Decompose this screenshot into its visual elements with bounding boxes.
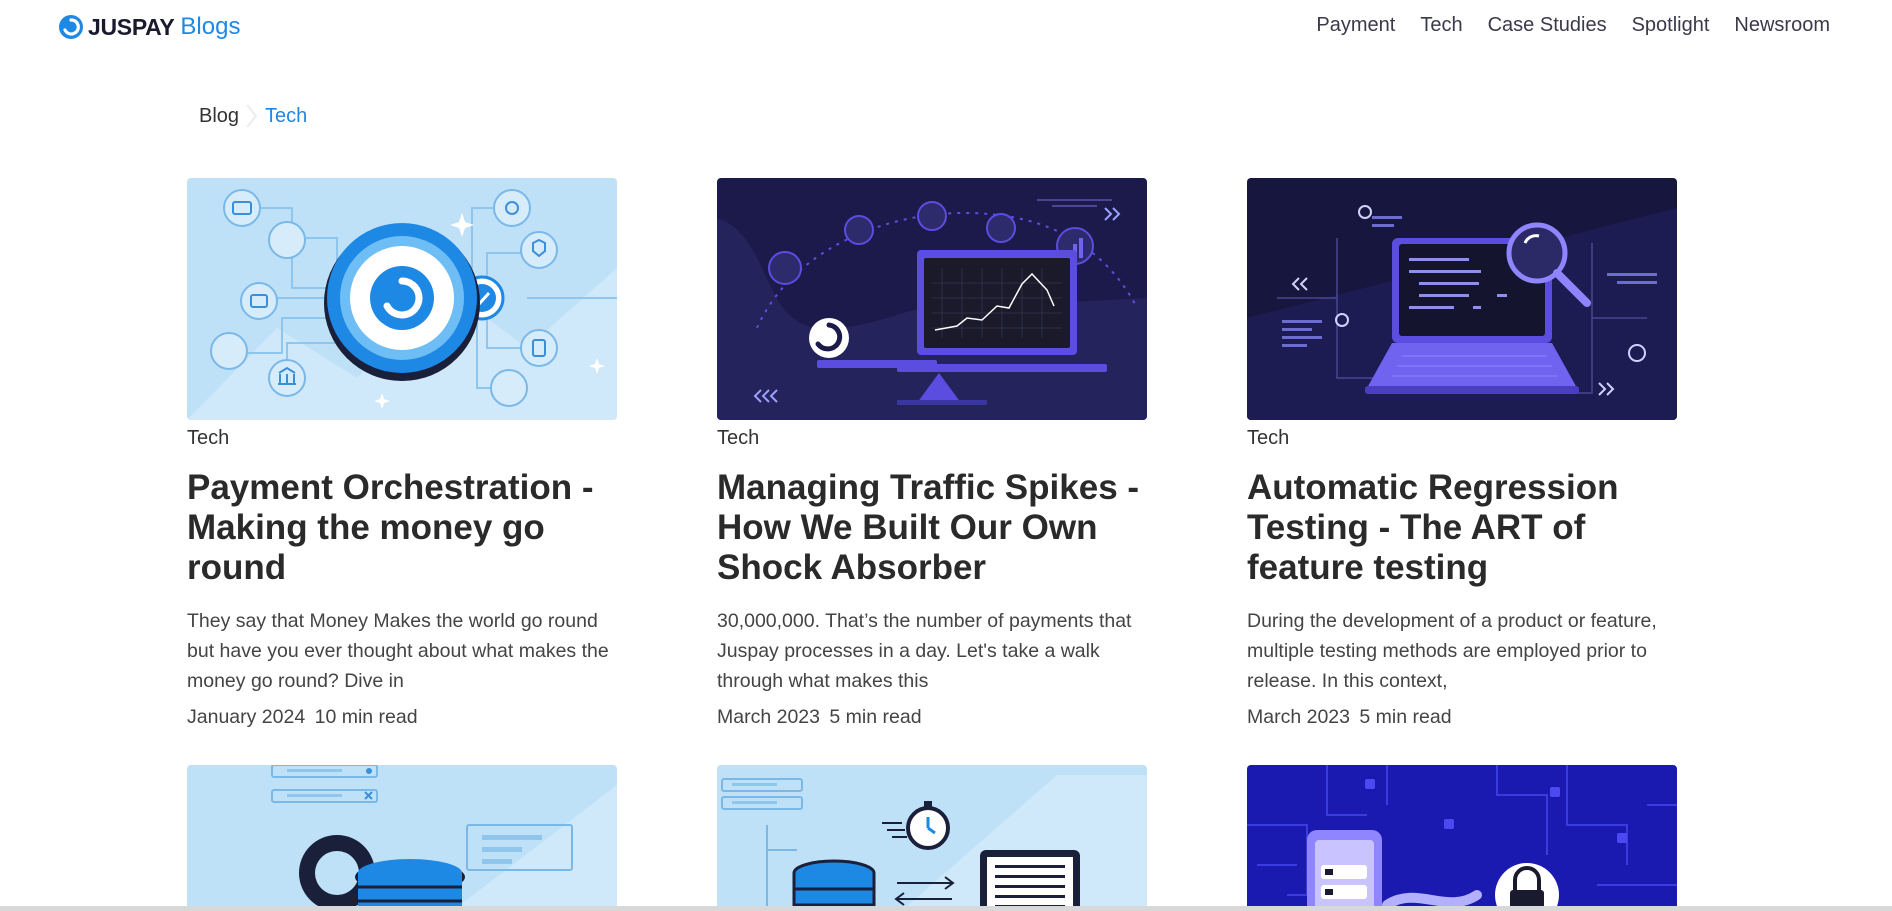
article-title[interactable]: Managing Traffic Spikes - How We Built O… <box>717 468 1147 588</box>
nav-newsroom[interactable]: Newsroom <box>1734 14 1830 37</box>
logo-text: JUSPAY <box>88 13 175 40</box>
article-date: March 2023 <box>1247 706 1350 728</box>
breadcrumb-chevron-icon <box>246 104 258 128</box>
article-card[interactable]: Tech Payment Orchestration - Making the … <box>187 178 617 732</box>
article-excerpt: 30,000,000. That’s the number of payment… <box>717 610 1132 692</box>
article-meta: March 2023 5 min read <box>717 702 1147 732</box>
article-date: March 2023 <box>717 706 820 728</box>
article-title[interactable]: Payment Orchestration - Making the money… <box>187 468 617 588</box>
horizontal-scrollbar[interactable] <box>0 906 1892 911</box>
article-card[interactable]: Tech Managing Traffic Spikes - How We Bu… <box>717 178 1147 732</box>
article-thumbnail[interactable] <box>1247 178 1677 420</box>
nav-spotlight[interactable]: Spotlight <box>1632 14 1710 37</box>
article-thumbnail[interactable] <box>187 765 617 911</box>
article-excerpt: They say that Money Makes the world go r… <box>187 610 609 692</box>
logo-suffix: Blogs <box>180 13 241 40</box>
main-nav: Payment Tech Case Studies Spotlight News… <box>1316 14 1830 37</box>
breadcrumb: Blog Tech <box>199 104 307 128</box>
juspay-logo-icon <box>59 15 83 39</box>
article-meta: March 2023 5 min read <box>1247 702 1677 732</box>
site-header: JUSPAY Blogs Payment Tech Case Studies S… <box>0 0 1892 56</box>
site-logo[interactable]: JUSPAY Blogs <box>58 13 240 41</box>
article-thumbnail[interactable] <box>187 178 617 420</box>
breadcrumb-blog-link[interactable]: Blog <box>199 105 239 128</box>
article-read-time: 5 min read <box>1359 706 1452 728</box>
article-thumbnail[interactable] <box>717 765 1147 911</box>
nav-case-studies[interactable]: Case Studies <box>1488 14 1607 37</box>
breadcrumb-current[interactable]: Tech <box>265 105 307 128</box>
nav-payment[interactable]: Payment <box>1316 14 1395 37</box>
article-category[interactable]: Tech <box>187 426 617 450</box>
article-meta: January 2024 10 min read <box>187 702 617 732</box>
nav-tech[interactable]: Tech <box>1420 14 1462 37</box>
article-category[interactable]: Tech <box>1247 426 1677 450</box>
article-read-time: 10 min read <box>314 706 418 728</box>
article-date: January 2024 <box>187 706 306 728</box>
article-excerpt: During the development of a product or f… <box>1247 610 1657 692</box>
article-category[interactable]: Tech <box>717 426 1147 450</box>
article-read-time: 5 min read <box>829 706 922 728</box>
article-thumbnail[interactable] <box>717 178 1147 420</box>
article-card[interactable]: Tech Automatic Regression Testing - The … <box>1247 178 1677 732</box>
article-title[interactable]: Automatic Regression Testing - The ART o… <box>1247 468 1677 588</box>
article-thumbnail[interactable] <box>1247 765 1677 911</box>
